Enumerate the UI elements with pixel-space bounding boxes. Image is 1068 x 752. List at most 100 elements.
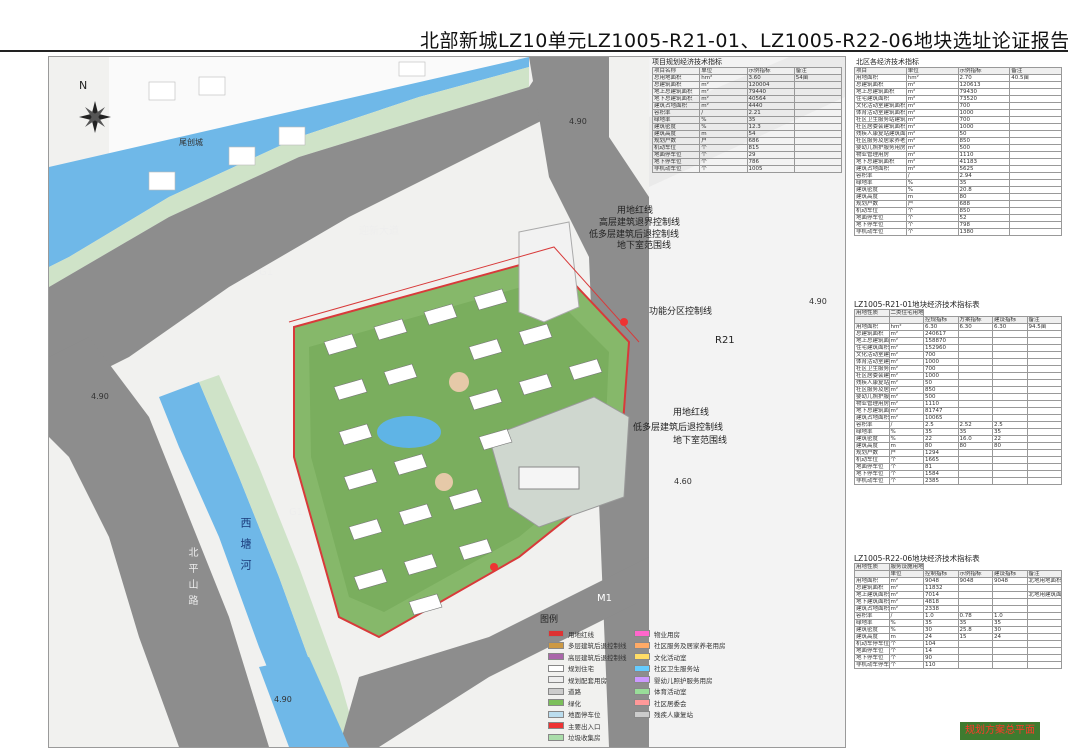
table-cell: m² (888, 358, 924, 366)
table-cell (1009, 130, 1062, 138)
table-row: 用地性质二类住宅用地（R21） (854, 309, 1062, 317)
table-cell (1026, 633, 1062, 641)
table-cell: 1294 (923, 449, 959, 457)
table-cell: / (699, 109, 748, 117)
table-cell (854, 316, 890, 324)
table-cell: m² (888, 386, 924, 394)
table-row: 地下建筑面积 m² 4818 (854, 598, 1062, 606)
table-row: 建筑密度% 22 16.0 22 (854, 435, 1062, 443)
table-cell: 婴幼儿照护服务用房 (854, 393, 890, 401)
table-cell: 90 (923, 654, 959, 662)
table-cell (1026, 330, 1062, 338)
table-row: 社区服务及居家养老用房m²850 (854, 386, 1062, 394)
table-cell (793, 144, 843, 152)
table-cell (1026, 351, 1062, 359)
table-cell: 总建筑面积 (651, 81, 701, 89)
legend-swatch (634, 653, 650, 661)
table-cell: m² (888, 400, 924, 408)
legend-swatch (634, 630, 650, 638)
table-cell: 1380 (957, 228, 1011, 236)
table-cell: 1110 (923, 400, 959, 408)
table-row: 地下停车位个 786 (651, 158, 843, 166)
table-row: 建筑高度 m 54 (651, 130, 843, 138)
table-cell (1026, 640, 1062, 648)
table-cell: 示例指标 (957, 67, 1011, 75)
legend-swatch (634, 664, 650, 672)
table-cell: 地上总建筑面积 (854, 337, 890, 345)
table-cell: 11832 (923, 584, 959, 592)
table-cell: m² (888, 337, 924, 345)
legend-item: 社区居委会 (634, 697, 726, 709)
table-cell: 12.3 (746, 123, 795, 131)
legend-swatch (634, 710, 650, 718)
street-label-4: G1 (289, 507, 304, 518)
table-cell (1009, 214, 1062, 222)
table-cell: 79430 (957, 88, 1011, 96)
table-row: 社区卫生服务站建筑面积m²700 (854, 365, 1062, 373)
table-cell (1026, 647, 1062, 655)
table-cell: 个 (888, 661, 924, 669)
street-label-5: M1 (597, 593, 612, 604)
table-cell: m² (888, 414, 924, 422)
table-cell: m² (888, 605, 924, 613)
table-cell: 786 (746, 158, 795, 166)
legend-label: 主要出入口 (568, 722, 601, 731)
table-cell: m² (888, 365, 924, 373)
table-cell: 总用地面积 (651, 74, 701, 82)
table-row: 用地面积 hm² 2.70 40.5亩 (854, 74, 1062, 82)
table-cell: 9048 (992, 577, 1028, 585)
table-cell (854, 570, 890, 578)
table-row: 地下停车位个 90 (854, 654, 1062, 662)
table-cell (1009, 95, 1062, 103)
table-cell: 容积率 (854, 172, 907, 180)
table-cell: 35 (992, 428, 1028, 436)
table-cell (957, 344, 993, 352)
legend-left-column: 用地红线 多层建筑后退控制线 高层建筑后退控制线 规划住宅 规划配套用房 道路 绿化 地面停车… (548, 628, 627, 743)
table-cell: 700 (923, 351, 959, 359)
table-cell (1026, 393, 1062, 401)
table-row: 总建筑面积 m² 120613 (854, 81, 1062, 89)
table-cell: 备注 (1026, 316, 1062, 324)
table-cell: 54亩 (793, 74, 843, 82)
table-cell: 容积率 (854, 612, 890, 620)
table-cell: 北地用建筑面积16.9平方米 (1026, 591, 1062, 599)
table-cell: 建设指标 (992, 316, 1028, 324)
table-cell: 项目名称 (651, 67, 701, 75)
table-cell: 地下总建筑面积 (854, 158, 907, 166)
table-cell: 9048 (923, 577, 959, 585)
table-cell: 体育活动室建筑面积 (854, 109, 907, 117)
table-cell: m² (888, 591, 924, 599)
table-cell (1026, 365, 1062, 373)
table-cell: 2.5 (923, 421, 959, 429)
table-cell: 1005 (746, 165, 795, 173)
table-row: 住宅建筑面积 m² 73520 (854, 95, 1062, 103)
legend-label: 社区居委会 (654, 699, 687, 708)
table-cell: 22 (992, 435, 1028, 443)
table-cell: 80 (957, 193, 1011, 201)
table-cell: 文化活动室建筑面积 (854, 102, 907, 110)
table-cell (793, 123, 843, 131)
table-cell: 50 (957, 130, 1011, 138)
table-cell (1026, 619, 1062, 627)
table-cell (1009, 158, 1062, 166)
table-cell: 绿地率 (854, 428, 890, 436)
table-cell: 用地性质 (854, 563, 890, 571)
table-row: 建筑密度% 20.8 (854, 186, 1062, 194)
table-cell: 2.94 (957, 172, 1011, 180)
table-cell: 个 (905, 207, 959, 215)
table-cell: 地下停车位 (854, 221, 907, 229)
table-cell (957, 365, 993, 373)
legend-item: 用地红线 (548, 628, 627, 640)
table-cell: 个 (699, 165, 748, 173)
table-cell: 700 (923, 365, 959, 373)
elev-mark-1: 4.90 (569, 117, 587, 126)
table-cell (992, 654, 1028, 662)
table-row: 地面停车位个 14 (854, 647, 1062, 655)
table2-caption: 北区各经济技术指标 (856, 58, 919, 66)
annotation-underground-2: 地下室范围线 (673, 436, 728, 446)
table-cell: m² (699, 88, 748, 96)
legend-item: 高层建筑后退控制线 (548, 651, 627, 663)
table-cell (1026, 449, 1062, 457)
table-row: 绿地率% 35 (651, 116, 843, 124)
table-cell: 40.5亩 (1009, 74, 1062, 82)
